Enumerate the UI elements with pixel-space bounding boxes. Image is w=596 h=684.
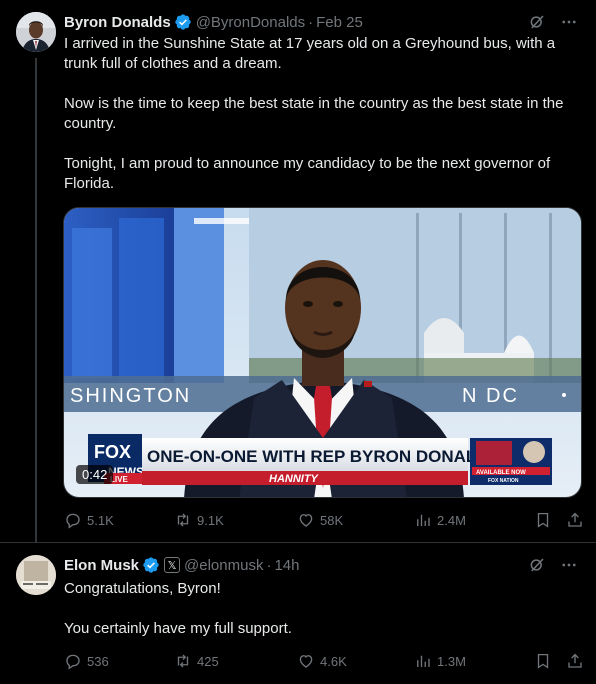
tweet-header: Elon Musk 𝕏 @elonmusk · 14h bbox=[64, 555, 299, 575]
tweet-text: Congratulations, Byron! You certainly ha… bbox=[64, 579, 584, 639]
tweet-paragraph: Tonight, I am proud to announce my candi… bbox=[64, 155, 551, 192]
repost-icon bbox=[177, 654, 189, 668]
tweet-paragraph: I arrived in the Sunshine State at 17 ye… bbox=[64, 35, 556, 72]
verified-badge-icon[interactable] bbox=[174, 13, 192, 31]
tweet-header: Byron Donalds @ByronDonalds · Feb 25 bbox=[64, 12, 363, 32]
network-logo-top: FOX bbox=[94, 442, 131, 462]
video-frame: SHINGTON N DC FOX NEWS LIVE ONE-ON-ONE W… bbox=[64, 208, 581, 497]
reply-button[interactable]: 536 bbox=[64, 652, 174, 670]
x-affiliate-badge[interactable]: 𝕏 bbox=[164, 557, 181, 573]
views-button[interactable]: 1.3M bbox=[414, 652, 524, 670]
reply-count: 5.1K bbox=[87, 512, 114, 528]
reply-count: 536 bbox=[87, 653, 109, 669]
promo-brand: FOX NATION bbox=[488, 478, 519, 484]
like-button[interactable]: 4.6K bbox=[297, 652, 414, 670]
tweet-paragraph: Now is the time to keep the best state i… bbox=[64, 95, 564, 132]
reply-icon bbox=[66, 513, 80, 529]
views-button[interactable]: 2.4M bbox=[414, 511, 524, 529]
thread-connector-line bbox=[35, 58, 37, 542]
tweet-actions: 5.1K 9.1K 58K 2.4M bbox=[64, 510, 584, 530]
repost-icon bbox=[177, 513, 189, 527]
separator-dot: · bbox=[308, 13, 314, 31]
video-duration: 0:42 bbox=[76, 465, 114, 484]
tweet-paragraph: Congratulations, Byron! bbox=[64, 580, 221, 597]
verified-badge-icon[interactable] bbox=[142, 556, 160, 574]
promo-text: AVAILABLE NOW bbox=[476, 470, 526, 476]
like-icon bbox=[299, 655, 313, 668]
tweet-date[interactable]: Feb 25 bbox=[316, 14, 363, 31]
reply-icon bbox=[66, 654, 80, 670]
repost-count: 425 bbox=[197, 653, 219, 669]
tweet-top-actions bbox=[528, 13, 578, 31]
grok-icon[interactable] bbox=[528, 13, 546, 31]
tweet-paragraph: You certainly have my full support. bbox=[64, 620, 292, 637]
views-count: 2.4M bbox=[437, 512, 466, 528]
tweet-actions: 536 425 4.6K 1.3M bbox=[64, 651, 584, 671]
repost-count: 9.1K bbox=[197, 512, 224, 528]
tweet-top-actions bbox=[528, 556, 578, 574]
author-name[interactable]: Elon Musk bbox=[64, 557, 139, 574]
backdrop-text-left: SHINGTON bbox=[70, 385, 191, 407]
author-handle[interactable]: @elonmusk bbox=[184, 557, 263, 574]
separator-dot: · bbox=[266, 556, 272, 574]
like-icon bbox=[299, 514, 313, 527]
chyron-headline: ONE-ON-ONE WITH REP BYRON DONALDS bbox=[147, 447, 500, 466]
repost-button[interactable]: 9.1K bbox=[174, 511, 297, 529]
tweet-secondary-actions bbox=[534, 652, 584, 670]
backdrop-text-right: N DC bbox=[462, 385, 519, 407]
author-name[interactable]: Byron Donalds bbox=[64, 14, 171, 31]
tweet-secondary-actions bbox=[534, 511, 584, 529]
tweet-date[interactable]: 14h bbox=[274, 557, 299, 574]
like-button[interactable]: 58K bbox=[297, 511, 414, 529]
views-icon bbox=[417, 514, 430, 526]
share-icon[interactable] bbox=[566, 511, 584, 529]
more-icon[interactable] bbox=[560, 556, 578, 574]
tweet-elon-musk[interactable]: Elon Musk 𝕏 @elonmusk · 14h Congratulati… bbox=[0, 543, 596, 684]
share-icon[interactable] bbox=[566, 652, 584, 670]
more-icon[interactable] bbox=[560, 13, 578, 31]
views-count: 1.3M bbox=[437, 653, 466, 669]
bookmark-icon[interactable] bbox=[534, 652, 552, 670]
tweet-byron-donalds[interactable]: Byron Donalds @ByronDonalds · Feb 25 I a… bbox=[0, 0, 596, 542]
tweet-text: I arrived in the Sunshine State at 17 ye… bbox=[64, 34, 584, 194]
grok-icon[interactable] bbox=[528, 556, 546, 574]
like-count: 58K bbox=[320, 512, 344, 528]
chyron-show: HANNITY bbox=[269, 473, 320, 485]
views-icon bbox=[417, 655, 430, 667]
avatar-elon-musk[interactable] bbox=[16, 555, 56, 595]
author-handle[interactable]: @ByronDonalds bbox=[196, 14, 305, 31]
reply-button[interactable]: 5.1K bbox=[64, 511, 174, 529]
video-player[interactable]: SHINGTON N DC FOX NEWS LIVE ONE-ON-ONE W… bbox=[63, 207, 582, 498]
like-count: 4.6K bbox=[320, 653, 347, 669]
repost-button[interactable]: 425 bbox=[174, 652, 297, 670]
bookmark-icon[interactable] bbox=[534, 511, 552, 529]
avatar-byron-donalds[interactable] bbox=[16, 12, 56, 52]
